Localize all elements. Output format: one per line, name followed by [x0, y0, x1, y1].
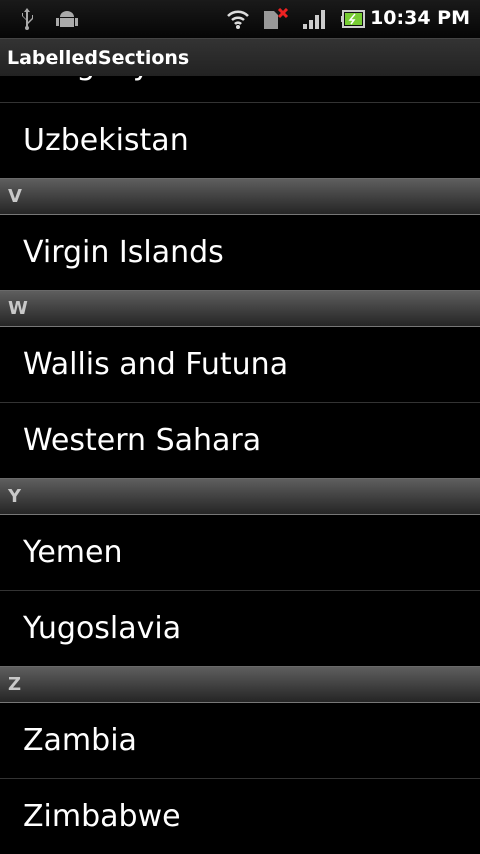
- list-item[interactable]: Yugoslavia: [0, 591, 480, 667]
- list-item[interactable]: Uruguay: [0, 76, 480, 103]
- section-header: W: [0, 290, 480, 327]
- country-name: Uruguay: [23, 76, 151, 82]
- no-sim-icon: [264, 8, 290, 30]
- section-letter: Z: [8, 674, 22, 695]
- country-name: Virgin Islands: [23, 235, 224, 270]
- country-name: Western Sahara: [23, 423, 262, 458]
- signal-icon: [303, 8, 325, 30]
- list-item[interactable]: Western Sahara: [0, 403, 480, 479]
- section-header: V: [0, 178, 480, 215]
- app-title: LabelledSections: [7, 46, 190, 69]
- status-bar: 10:34 PM: [0, 0, 480, 38]
- android-debug-icon: [56, 8, 78, 30]
- section-header: Y: [0, 478, 480, 515]
- list-item[interactable]: Yemen: [0, 515, 480, 591]
- list-item[interactable]: Uzbekistan: [0, 103, 480, 179]
- country-list[interactable]: Uruguay Uzbekistan V Virgin Islands W Wallis …: [0, 76, 480, 854]
- section-letter: W: [8, 298, 28, 319]
- list-item[interactable]: Zambia: [0, 703, 480, 779]
- clock: 10:34 PM: [370, 7, 470, 29]
- list-item[interactable]: Virgin Islands: [0, 215, 480, 291]
- country-name: Uzbekistan: [23, 123, 189, 158]
- list-item[interactable]: Zimbabwe: [0, 779, 480, 854]
- country-name: Yugoslavia: [23, 611, 182, 646]
- app-title-bar: LabelledSections: [0, 38, 480, 76]
- country-name: Zimbabwe: [23, 799, 181, 834]
- country-name: Yemen: [23, 535, 123, 570]
- section-letter: V: [8, 186, 22, 207]
- wifi-icon: [226, 8, 250, 30]
- battery-charging-icon: [341, 8, 365, 30]
- section-letter: Y: [8, 486, 22, 507]
- list-item[interactable]: Wallis and Futuna: [0, 327, 480, 403]
- country-name: Zambia: [23, 723, 137, 758]
- section-header: Z: [0, 666, 480, 703]
- usb-icon: [20, 8, 34, 30]
- country-name: Wallis and Futuna: [23, 347, 289, 382]
